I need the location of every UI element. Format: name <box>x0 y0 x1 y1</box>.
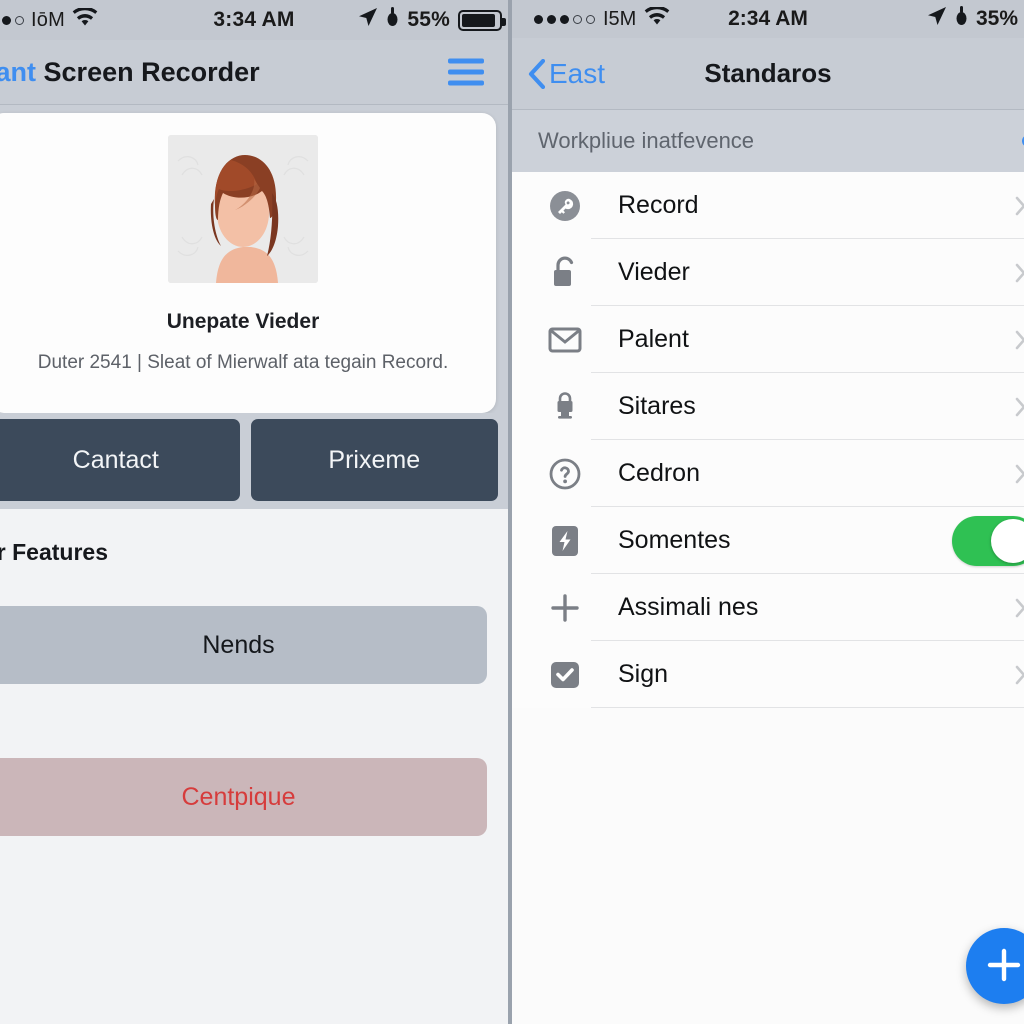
list-item-label: Sign <box>618 660 669 688</box>
list-item-record[interactable]: Record <box>512 172 1024 239</box>
question-circle-icon <box>542 457 588 491</box>
list-item-somentes[interactable]: Somentes <box>512 507 1024 574</box>
chevron-right-icon <box>1015 330 1024 350</box>
unlocked-padlock-icon <box>542 256 588 290</box>
settings-list: Record Vieder Palent Sitares Cedron Some… <box>512 172 1024 708</box>
list-item-label: Cedron <box>618 459 700 487</box>
app-title-accent: iant <box>0 56 37 87</box>
right-phone-panel: I5M 2:34 AM 35% East Standaros Workpliue… <box>512 0 1024 1024</box>
list-item-label: Vieder <box>618 258 690 286</box>
chevron-right-icon <box>1015 397 1024 417</box>
dual-phone-screenshot: IōM 3:34 AM 55% iant Screen Recorde <box>0 0 1024 1024</box>
back-button[interactable]: East <box>528 58 605 90</box>
app-title-main: Screen Recorder <box>43 56 260 87</box>
list-section-header-label: Workpliue inatfevence <box>538 128 755 153</box>
list-section-header: Workpliue inatfevence <box>512 110 1024 172</box>
battery-icon <box>458 9 506 31</box>
left-phone-panel: IōM 3:34 AM 55% iant Screen Recorde <box>0 0 508 1024</box>
add-floating-action-button[interactable] <box>966 928 1024 1004</box>
clock-label: 3:34 AM <box>213 8 295 31</box>
features-section: er Features Nends Centpique <box>0 509 508 1024</box>
centpique-button[interactable]: Centpique <box>0 758 487 836</box>
plus-icon <box>542 591 588 625</box>
list-item-sitares[interactable]: Sitares <box>512 373 1024 440</box>
profile-subtitle: Duter 2541 | Sleat of Mierwalf ata tegai… <box>37 352 449 373</box>
plus-icon <box>982 943 1024 990</box>
list-item-palent[interactable]: Palent <box>512 306 1024 373</box>
list-item-assimali-nes[interactable]: Assimali nes <box>512 574 1024 641</box>
back-label: East <box>549 57 606 89</box>
contact-button[interactable]: Cantact <box>0 419 240 501</box>
key-circle-icon <box>542 189 588 223</box>
envelope-icon <box>542 326 588 354</box>
profile-card: Unepate Vieder Duter 2541 | Sleat of Mie… <box>0 113 496 413</box>
left-status-bar: IōM 3:34 AM 55% <box>0 0 508 40</box>
list-item-vieder[interactable]: Vieder <box>512 239 1024 306</box>
list-item-label: Sitares <box>618 392 696 420</box>
nends-button[interactable]: Nends <box>0 606 487 684</box>
list-item-label: Assimali nes <box>618 593 759 621</box>
profile-card-container: Unepate Vieder Duter 2541 | Sleat of Mie… <box>0 105 508 413</box>
lock-desktop-icon <box>542 390 588 424</box>
left-navbar: iant Screen Recorder <box>0 40 508 105</box>
features-section-title: er Features <box>0 539 109 565</box>
profile-action-bar: Cantact Prixeme <box>0 413 508 509</box>
chevron-right-icon <box>1015 464 1024 484</box>
hamburger-menu-icon[interactable] <box>448 58 484 86</box>
chevron-right-icon <box>1015 196 1024 216</box>
right-status-bar: I5M 2:34 AM 35% <box>512 0 1024 38</box>
right-navbar: East Standaros <box>512 38 1024 110</box>
chevron-right-icon <box>1015 598 1024 618</box>
clock-label: 2:34 AM <box>728 7 808 30</box>
list-item-label: Palent <box>618 325 689 353</box>
profile-name: Unepate Vieder <box>166 310 320 333</box>
lightning-bolt-icon <box>542 524 588 558</box>
chevron-left-icon <box>528 58 546 89</box>
list-item-cedron[interactable]: Cedron <box>512 440 1024 507</box>
chevron-right-icon <box>1015 665 1024 685</box>
checkmark-box-icon <box>542 659 588 691</box>
user-avatar-illustration <box>168 135 318 283</box>
row-separator <box>591 707 1024 708</box>
app-title: iant Screen Recorder <box>0 57 260 88</box>
list-item-sign[interactable]: Sign <box>512 641 1024 708</box>
prixeme-button[interactable]: Prixeme <box>250 419 498 501</box>
list-item-label: Record <box>618 191 699 219</box>
somentes-toggle-switch[interactable] <box>952 515 1024 566</box>
chevron-right-icon <box>1015 263 1024 283</box>
